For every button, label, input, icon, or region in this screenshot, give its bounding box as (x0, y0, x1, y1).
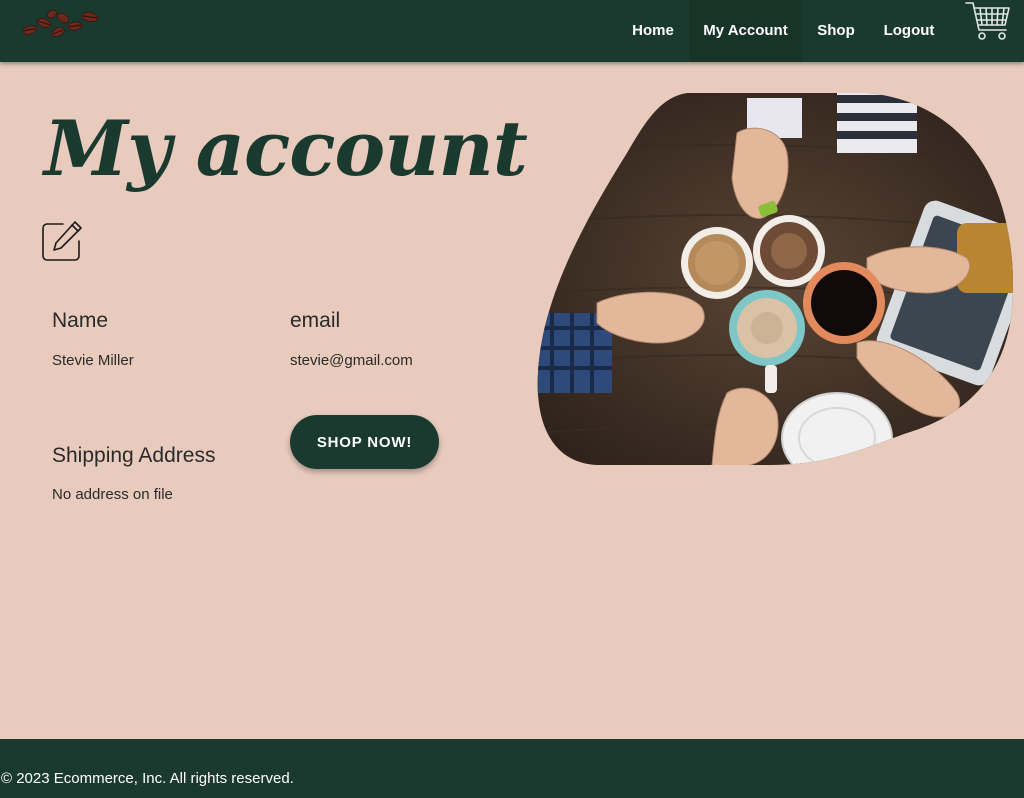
nav-my-account-link[interactable]: My Account (689, 0, 802, 62)
shipping-address-label: Shipping Address (52, 444, 216, 467)
nav-shop-link[interactable]: Shop (807, 0, 865, 62)
email-label: email (290, 309, 341, 332)
navbar: Home My Account Shop Logout (0, 0, 1024, 62)
edit-pencil-icon[interactable] (41, 219, 83, 261)
coffee-cups-photo (537, 93, 1014, 465)
nav-home-link[interactable]: Home (620, 0, 686, 62)
shipping-address-value: No address on file (52, 486, 173, 503)
email-value: stevie@gmail.com (290, 352, 413, 369)
shop-now-button[interactable]: SHOP NOW! (290, 415, 439, 469)
name-value: Stevie Miller (52, 352, 134, 369)
coffee-beans-logo-icon[interactable] (18, 6, 104, 42)
footer: © 2023 Ecommerce, Inc. All rights reserv… (0, 739, 1024, 798)
name-label: Name (52, 309, 109, 332)
shopping-cart-icon[interactable] (962, 0, 1012, 44)
footer-copyright: © 2023 Ecommerce, Inc. All rights reserv… (1, 770, 294, 787)
nav-logout-link[interactable]: Logout (874, 0, 944, 62)
page-title: My account (44, 104, 528, 193)
